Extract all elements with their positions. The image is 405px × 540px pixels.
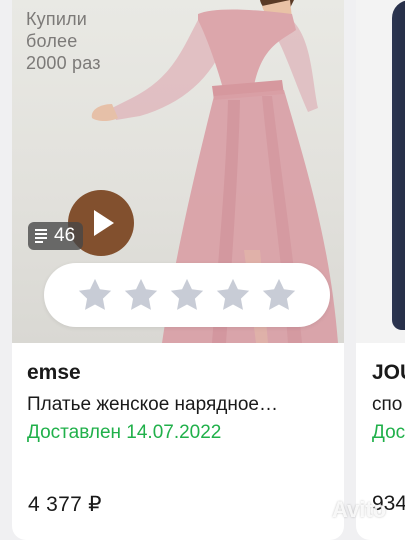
product-card-next[interactable]: JOU спо Дос 934 — [356, 0, 405, 540]
coat-image — [392, 0, 405, 330]
brand-name-next: JOU — [372, 361, 405, 384]
product-price: 4 377 ₽ — [28, 493, 102, 516]
star-icon[interactable] — [168, 276, 206, 314]
star-icon[interactable] — [214, 276, 252, 314]
photo-count-badge: 46 — [28, 222, 84, 250]
product-title[interactable]: Платье женское нарядное… — [27, 394, 337, 416]
promo-line-1: Купили — [26, 9, 88, 29]
delivery-status-next: Дос — [372, 422, 405, 443]
promo-badge: Купили более 2000 раз — [26, 8, 156, 74]
photo-count-value: 46 — [54, 225, 76, 246]
product-card[interactable]: Купили более 2000 раз 46 emse Платье жен… — [12, 0, 344, 540]
text-lines-icon — [34, 228, 48, 244]
watermark-text: Avito — [332, 497, 387, 522]
star-icon[interactable] — [260, 276, 298, 314]
product-photo[interactable]: Купили более 2000 раз 46 — [12, 0, 344, 343]
product-title-next[interactable]: спо — [372, 394, 402, 416]
avito-logo-icon — [301, 500, 327, 519]
star-icon[interactable] — [122, 276, 160, 314]
avito-watermark: Avito — [300, 497, 386, 523]
promo-line-2: более — [26, 31, 78, 51]
promo-line-3: 2000 раз — [26, 53, 101, 73]
rating-stars[interactable] — [44, 263, 330, 327]
delivery-status: Доставлен 14.07.2022 — [27, 422, 222, 443]
product-photo-next[interactable] — [356, 0, 405, 343]
brand-name: emse — [27, 361, 81, 384]
star-icon[interactable] — [76, 276, 114, 314]
